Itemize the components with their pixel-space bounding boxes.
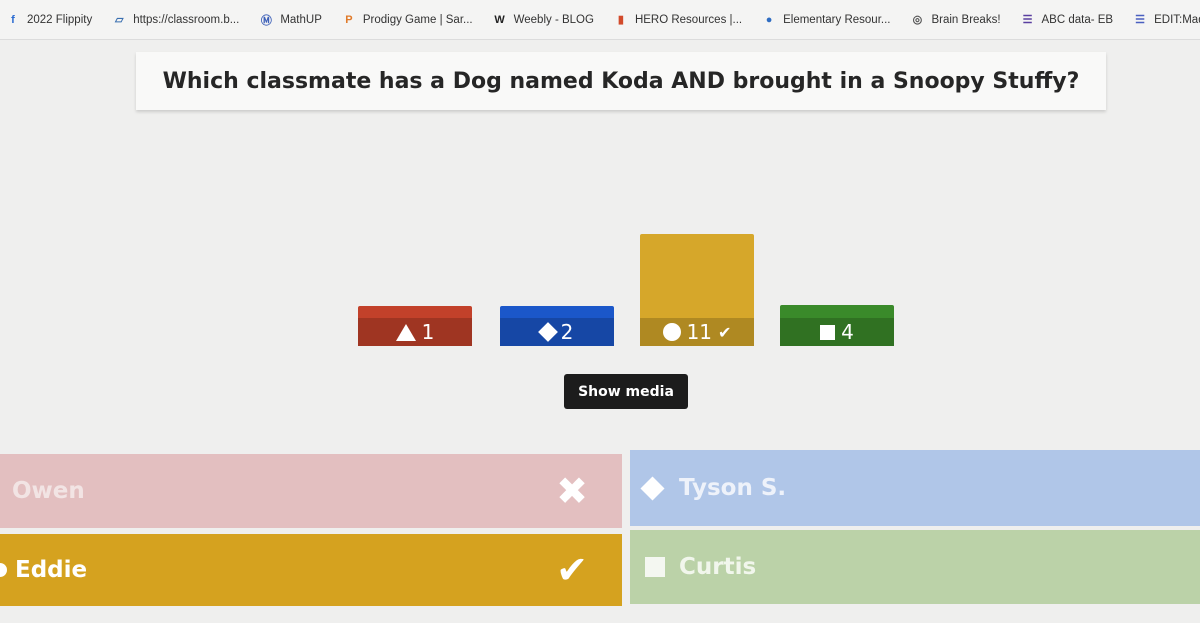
bookmark-label: ABC data- EB xyxy=(1041,13,1114,26)
answer-eddie[interactable]: Eddie ✔ xyxy=(0,534,622,606)
answer-label: Curtis xyxy=(679,554,757,580)
square-icon xyxy=(645,557,665,577)
elementary-icon: ● xyxy=(765,13,773,26)
bookmark-label: Elementary Resour... xyxy=(783,13,891,26)
bookmark-label: Weebly - BLOG xyxy=(513,13,594,26)
show-media-button[interactable]: Show media xyxy=(564,374,688,409)
bookmark-label: HERO Resources |... xyxy=(634,13,743,26)
circle-icon xyxy=(662,323,681,341)
answer-owen[interactable]: Owen ✖ xyxy=(0,454,622,528)
bookmark-item[interactable]: ▮ HERO Resources |... xyxy=(614,13,742,27)
diamond-icon xyxy=(537,322,558,342)
answer-curtis[interactable]: Curtis xyxy=(630,530,1200,604)
mathup-icon: Ⓜ xyxy=(260,14,272,27)
weebly-icon: W xyxy=(494,13,505,26)
triangle-icon xyxy=(395,323,416,341)
bookmark-item[interactable]: ▱ https://classroom.b... xyxy=(112,13,239,27)
bar-value-label: 2 xyxy=(560,320,574,344)
answer-label: Owen xyxy=(12,478,85,504)
prodigy-icon: P xyxy=(345,13,353,26)
bookmark-item[interactable]: ● Elementary Resour... xyxy=(762,13,891,27)
bookmark-label: MathUP xyxy=(280,13,322,26)
bar-triangle: 1 xyxy=(358,306,472,346)
wrong-icon: ✖ xyxy=(556,469,588,513)
hero-icon: ▮ xyxy=(617,14,624,26)
bookmark-label: 2022 Flippity xyxy=(27,13,93,26)
check-icon: ✔ xyxy=(718,322,732,342)
bar-circle: 11 ✔ xyxy=(640,234,754,346)
bookmark-item[interactable]: ☰ ABC data- EB xyxy=(1021,13,1114,27)
classroom-icon: ▱ xyxy=(114,14,124,26)
bookmark-item[interactable]: ☰ EDIT:Madter/Kehl... xyxy=(1133,13,1200,27)
diamond-icon xyxy=(640,475,665,501)
bookmark-label: EDIT:Madter/Kehl... xyxy=(1154,13,1200,26)
bar-value-label: 4 xyxy=(841,320,854,344)
bookmark-label: https://classroom.b... xyxy=(133,13,240,26)
bar-value-label: 1 xyxy=(421,320,435,344)
bookmark-label: Brain Breaks! xyxy=(931,13,1001,26)
form-icon: ☰ xyxy=(1022,14,1033,26)
square-icon xyxy=(820,324,836,340)
form-icon: ☰ xyxy=(1135,14,1146,26)
flippity-icon: f xyxy=(11,13,15,26)
bar-value-label: 11 xyxy=(686,320,713,344)
circle-icon xyxy=(0,563,7,577)
bookmark-item[interactable]: ◎ Brain Breaks! xyxy=(910,13,1001,27)
globe-icon: ◎ xyxy=(912,14,923,26)
bar-square: 4 xyxy=(780,305,894,346)
bookmarks-bar: f 2022 Flippity ▱ https://classroom.b... Ⓜ Ma… xyxy=(0,0,1200,40)
bookmark-item[interactable]: f 2022 Flippity xyxy=(6,13,92,27)
bookmark-item[interactable]: P Prodigy Game | Sar... xyxy=(342,13,473,27)
quiz-main: Which classmate has a Dog named Koda AND… xyxy=(0,40,1200,623)
bar-diamond: 2 xyxy=(500,306,614,346)
check-icon: ✔ xyxy=(556,548,588,592)
bookmark-item[interactable]: W Weebly - BLOG xyxy=(493,13,594,27)
answer-label: Tyson S. xyxy=(679,475,787,501)
bookmark-item[interactable]: Ⓜ MathUP xyxy=(259,13,322,27)
answer-label: Eddie xyxy=(15,557,88,583)
bookmark-label: Prodigy Game | Sar... xyxy=(362,13,473,26)
results-chart: 1 2 11 ✔ 4 xyxy=(0,40,1200,400)
answer-tyson[interactable]: Tyson S. xyxy=(630,450,1200,526)
